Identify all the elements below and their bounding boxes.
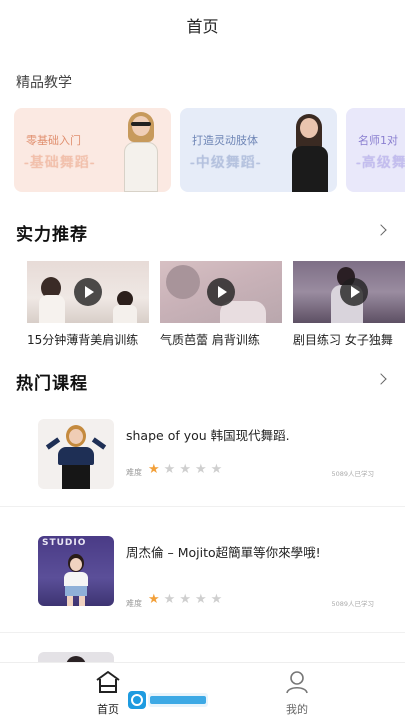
course-item[interactable]: STUDIO 周杰倫 – Mojito超簡單等你來學哦! 难度 ★ ★ ★ ★ … [38,536,378,608]
featured-card-subtitle: -高级舞 [356,155,405,171]
user-icon [286,671,308,694]
featured-card[interactable]: 打造灵动肢体 -中级舞蹈- [180,108,337,192]
video-thumbnail[interactable] [27,261,149,323]
course-image[interactable]: STUDIO [38,536,114,606]
featured-carousel[interactable]: 零基础入门 -基础舞蹈- 打造灵动肢体 -中级舞蹈- 名师1对 -高级舞 [14,108,405,192]
star-icon: ★ [210,462,223,477]
play-icon[interactable] [340,278,368,306]
dancer-image [114,108,166,192]
course-title: shape of you 韩国现代舞蹈. [126,428,290,443]
tab-me-label: 我的 [286,703,308,716]
video-thumbnail[interactable] [293,261,405,323]
learner-count: 5089人已学习 [331,470,374,478]
courses-section-title: 热门课程 [16,374,88,394]
star-icon: ★ [179,592,191,607]
featured-card[interactable]: 名师1对 -高级舞 [346,108,405,192]
video-card[interactable]: 剧目练习 女子独舞 [293,261,405,347]
divider [0,632,405,633]
star-icon: ★ [210,592,223,607]
divider [0,506,405,507]
recommend-video-list[interactable]: 15分钟薄背美肩训练 气质芭蕾 肩背训练 剧目练习 女子独舞 [27,261,405,351]
play-icon[interactable] [74,278,102,306]
difficulty-label: 难度 [126,468,142,477]
course-item[interactable]: shape of you 韩国现代舞蹈. 难度 ★ ★ ★ ★ ★ 5089人已… [38,419,378,489]
watermark-logo [128,691,208,709]
page-title: 首页 [186,17,219,36]
course-image[interactable] [38,419,114,489]
featured-card[interactable]: 零基础入门 -基础舞蹈- [14,108,171,192]
learner-count: 5089人已学习 [331,600,374,608]
tab-me[interactable]: 我的 [267,669,327,717]
video-title: 剧目练习 女子独舞 [293,333,393,347]
recommend-section-title: 实力推荐 [16,225,88,245]
featured-section-label: 精品教学 [16,75,72,91]
star-icon: ★ [194,592,207,607]
featured-card-title: 名师1对 [358,134,398,147]
star-icon: ★ [179,462,191,477]
star-icon: ★ [163,462,176,477]
course-title: 周杰倫 – Mojito超簡單等你來學哦! [126,545,321,560]
play-icon[interactable] [207,278,235,306]
featured-card-subtitle: -中级舞蹈- [190,155,262,171]
video-title: 15分钟薄背美肩训练 [27,333,139,347]
star-icon: ★ [148,592,160,607]
difficulty-rating: ★ ★ ★ ★ ★ [148,593,222,607]
chevron-right-icon[interactable] [375,224,387,236]
app-header: 首页 [0,0,405,50]
featured-card-title: 零基础入门 [26,134,81,147]
video-title: 气质芭蕾 肩背训练 [160,333,260,347]
star-icon: ★ [194,462,207,477]
featured-card-title: 打造灵动肢体 [192,134,258,147]
chevron-right-icon[interactable] [375,373,387,385]
video-thumbnail[interactable] [160,261,282,323]
featured-card-subtitle: -基础舞蹈- [24,155,96,171]
video-card[interactable]: 气质芭蕾 肩背训练 [160,261,282,347]
difficulty-rating: ★ ★ ★ ★ ★ [148,463,222,477]
home-icon [96,671,120,693]
dancer-image [284,108,334,192]
video-card[interactable]: 15分钟薄背美肩训练 [27,261,149,347]
star-icon: ★ [148,462,160,477]
difficulty-label: 难度 [126,599,142,608]
star-icon: ★ [163,592,176,607]
